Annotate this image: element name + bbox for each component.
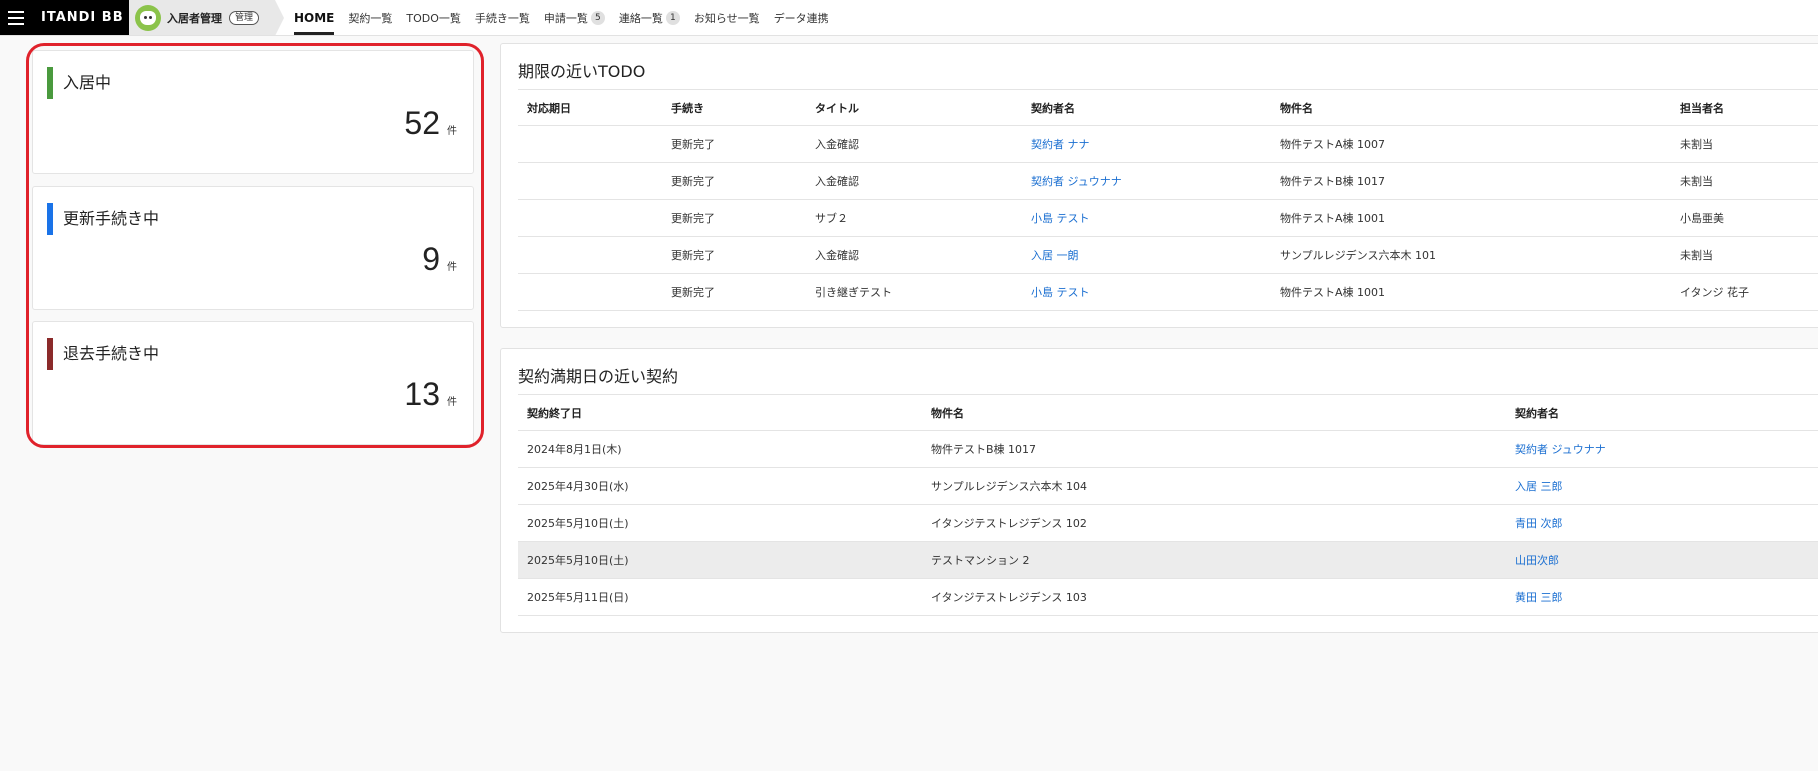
procedure: 更新完了	[671, 212, 715, 225]
nav-messages[interactable]: 連絡一覧 1	[619, 0, 680, 35]
nav-notices[interactable]: お知らせ一覧	[694, 0, 760, 35]
contract-end-date: 2025年5月10日(土)	[527, 517, 629, 530]
nav-data-integration[interactable]: データ連携	[774, 0, 829, 35]
property-name: 物件テストB棟 1017	[1280, 175, 1386, 188]
highlight-outline	[26, 43, 484, 448]
top-bar: ITANDI BB 入居者管理 管理 HOME 契約一覧 TODO一覧 手続き一…	[0, 0, 1818, 36]
applications-count-badge: 5	[590, 10, 605, 25]
contractor-link[interactable]: 黄田 三郎	[1515, 579, 1563, 616]
table-row[interactable]: 2025年4月30日(水) サンプルレジデンス六本木 104 入居 三郎	[518, 468, 1818, 505]
column-header[interactable]: 契約終了日	[527, 395, 582, 432]
property-name: 物件テストA棟 1007	[1280, 138, 1386, 151]
property-name: 物件テストA棟 1001	[1280, 212, 1386, 225]
property-name: 物件テストA棟 1001	[1280, 286, 1386, 299]
contractor-link[interactable]: 入居 三郎	[1515, 468, 1563, 505]
menu-icon[interactable]	[8, 10, 24, 25]
column-header[interactable]: 物件名	[1280, 90, 1313, 127]
column-header[interactable]: 契約者名	[1031, 90, 1075, 127]
contract-end-date: 2025年4月30日(水)	[527, 480, 629, 493]
procedure: 更新完了	[671, 138, 715, 151]
todo-title: 入金確認	[815, 249, 859, 262]
contracts-table-header: 契約終了日 物件名 契約者名	[518, 394, 1818, 431]
assignee: 未割当	[1680, 249, 1713, 262]
table-row[interactable]: 更新完了 サブ２ 小島 テスト 物件テストA棟 1001 小島亜美	[518, 200, 1818, 237]
nav-applications[interactable]: 申請一覧 5	[544, 0, 605, 35]
column-header[interactable]: 対応期日	[527, 90, 571, 127]
admin-badge: 管理	[229, 10, 260, 25]
column-header[interactable]: タイトル	[815, 90, 859, 127]
column-header[interactable]: 手続き	[671, 90, 704, 127]
app-name: 入居者管理	[167, 11, 222, 25]
todo-title: 入金確認	[815, 138, 859, 151]
todo-title: 入金確認	[815, 175, 859, 188]
assignee: 小島亜美	[1680, 212, 1724, 225]
procedure: 更新完了	[671, 249, 715, 262]
table-row[interactable]: 更新完了 入金確認 入居 一朗 サンプルレジデンス六本木 101 未割当	[518, 237, 1818, 274]
contracts-panel-title: 契約満期日の近い契約	[518, 367, 679, 386]
table-row[interactable]: 更新完了 入金確認 契約者 ナナ 物件テストA棟 1007 未割当	[518, 126, 1818, 163]
brand-area: ITANDI BB	[0, 0, 129, 35]
contract-end-date: 2025年5月11日(日)	[527, 591, 629, 604]
column-header[interactable]: 物件名	[931, 395, 964, 432]
todo-title: 引き継ぎテスト	[815, 286, 892, 299]
nav-contracts[interactable]: 契約一覧	[348, 0, 392, 35]
assignee: 未割当	[1680, 175, 1713, 188]
nav-home[interactable]: HOME	[294, 0, 335, 35]
todo-table: 対応期日 手続き タイトル 契約者名 物件名 担当者名 更新完了 入金確認 契約…	[518, 89, 1818, 311]
property-name: テストマンション 2	[931, 554, 1030, 567]
contractor-link[interactable]: 入居 一朗	[1031, 237, 1079, 274]
main-nav: HOME 契約一覧 TODO一覧 手続き一覧 申請一覧 5 連絡一覧 1 お知らせ一…	[294, 0, 843, 35]
todo-table-header: 対応期日 手続き タイトル 契約者名 物件名 担当者名	[518, 89, 1818, 126]
contractor-link[interactable]: 契約者 ナナ	[1031, 126, 1090, 163]
property-name: 物件テストB棟 1017	[931, 443, 1037, 456]
assignee: イタンジ 花子	[1680, 286, 1750, 299]
contractor-link[interactable]: 青田 次郎	[1515, 505, 1563, 542]
table-row[interactable]: 2025年5月10日(土) イタンジテストレジデンス 102 青田 次郎	[518, 505, 1818, 542]
property-name: サンプルレジデンス六本木 101	[1280, 249, 1436, 262]
procedure: 更新完了	[671, 286, 715, 299]
todo-panel-title: 期限の近いTODO	[518, 62, 646, 81]
column-header[interactable]: 契約者名	[1515, 395, 1559, 432]
contractor-link[interactable]: 契約者 ジュウナナ	[1031, 163, 1122, 200]
todo-panel: 期限の近いTODO 対応期日 手続き タイトル 契約者名 物件名 担当者名 更新…	[500, 43, 1818, 328]
contractor-link[interactable]: 小島 テスト	[1031, 200, 1090, 237]
property-name: サンプルレジデンス六本木 104	[931, 480, 1087, 493]
table-row-hovered[interactable]: 2025年5月10日(土) テストマンション 2 山田次郎	[518, 542, 1818, 579]
table-row[interactable]: 2025年5月11日(日) イタンジテストレジデンス 103 黄田 三郎	[518, 579, 1818, 616]
contractor-link[interactable]: 小島 テスト	[1031, 274, 1090, 311]
nav-procedures[interactable]: 手続き一覧	[475, 0, 530, 35]
nav-todo[interactable]: TODO一覧	[406, 0, 461, 35]
contractor-link[interactable]: 山田次郎	[1515, 542, 1559, 579]
contractor-link[interactable]: 契約者 ジュウナナ	[1515, 431, 1606, 468]
procedure: 更新完了	[671, 175, 715, 188]
table-row[interactable]: 2024年8月1日(木) 物件テストB棟 1017 契約者 ジュウナナ	[518, 431, 1818, 468]
contract-end-date: 2024年8月1日(木)	[527, 443, 622, 456]
table-row[interactable]: 更新完了 引き継ぎテスト 小島 テスト 物件テストA棟 1001 イタンジ 花子	[518, 274, 1818, 311]
brand-logo[interactable]: ITANDI BB	[41, 10, 124, 25]
assignee: 未割当	[1680, 138, 1713, 151]
contract-end-date: 2025年5月10日(土)	[527, 554, 629, 567]
todo-title: サブ２	[815, 212, 848, 225]
expiring-contracts-panel: 契約満期日の近い契約 契約終了日 物件名 契約者名 2024年8月1日(木) 物…	[500, 348, 1818, 633]
messages-count-badge: 1	[665, 10, 680, 25]
contracts-table: 契約終了日 物件名 契約者名 2024年8月1日(木) 物件テストB棟 1017…	[518, 394, 1818, 616]
property-name: イタンジテストレジデンス 103	[931, 591, 1087, 604]
table-row[interactable]: 更新完了 入金確認 契約者 ジュウナナ 物件テストB棟 1017 未割当	[518, 163, 1818, 200]
property-name: イタンジテストレジデンス 102	[931, 517, 1087, 530]
app-mascot-icon	[135, 4, 161, 31]
app-switcher[interactable]: 入居者管理 管理	[129, 0, 284, 36]
column-header[interactable]: 担当者名	[1680, 90, 1724, 127]
